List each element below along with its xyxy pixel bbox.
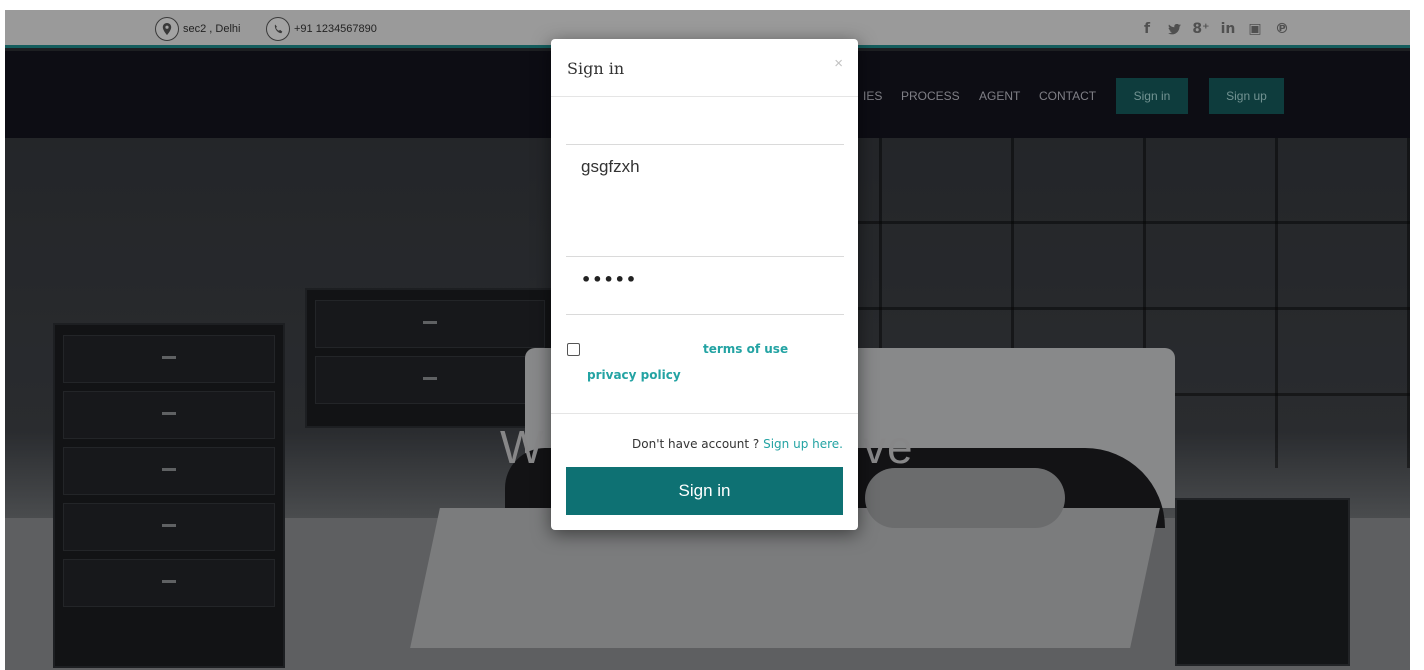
privacy-policy-link[interactable]: privacy policy <box>587 368 681 382</box>
modal-title: Sign in <box>567 59 625 78</box>
email-field-value: gsgfzxh <box>581 157 640 176</box>
close-icon[interactable]: × <box>834 55 843 72</box>
signup-here-link[interactable]: Sign up here. <box>763 437 843 451</box>
modal-header: Sign in × <box>551 39 858 97</box>
no-account-prompt: Don't have account ? Sign up here. <box>632 437 843 451</box>
terms-of-use-link[interactable]: terms of use <box>703 342 788 356</box>
name-field[interactable] <box>566 105 844 145</box>
modal-footer-divider <box>551 413 858 414</box>
password-field-value: ••••• <box>581 270 638 289</box>
no-account-text: Don't have account ? <box>632 437 760 451</box>
signin-modal: Sign in × gsgfzxh ••••• terms of use pri… <box>551 39 858 530</box>
signin-submit-button[interactable]: Sign in <box>566 467 843 515</box>
terms-checkbox[interactable] <box>567 343 580 356</box>
